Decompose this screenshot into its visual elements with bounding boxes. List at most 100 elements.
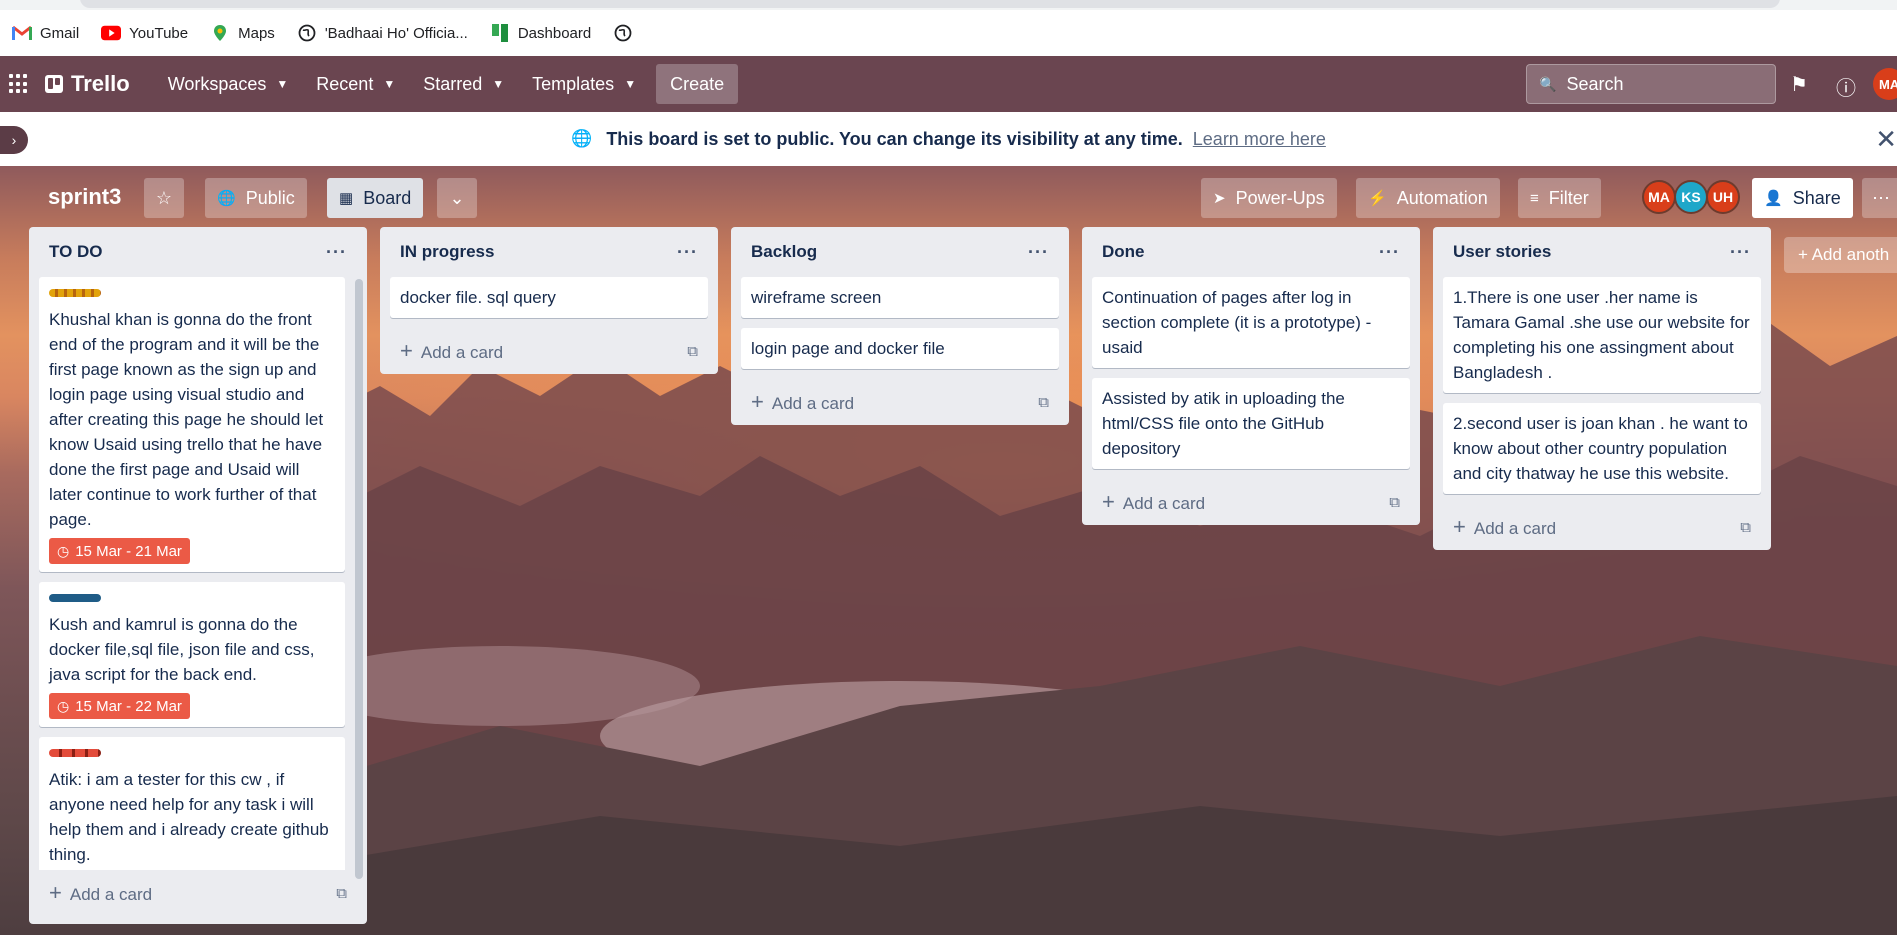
card[interactable]: docker file. sql query	[390, 277, 708, 318]
bookmark-globe[interactable]	[613, 23, 641, 43]
list-user-stories: User stories ··· 1.There is one user .he…	[1433, 227, 1771, 550]
list-title[interactable]: Backlog	[751, 242, 817, 262]
list-menu-icon[interactable]: ···	[677, 242, 698, 263]
trello-logo-text: Trello	[71, 71, 130, 96]
app-switcher-icon[interactable]	[9, 74, 29, 94]
globe-icon	[297, 23, 317, 43]
add-card-button[interactable]: + Add a card ⧉	[741, 379, 1059, 425]
card-title: Continuation of pages after log in secti…	[1102, 288, 1372, 357]
maps-icon	[210, 23, 230, 43]
card[interactable]: Kush and kamrul is gonna do the docker f…	[39, 582, 345, 727]
card-template-icon[interactable]: ⧉	[1389, 494, 1400, 511]
card[interactable]: 2.second user is joan khan . he want to …	[1443, 403, 1761, 494]
member-avatar[interactable]: KS	[1674, 180, 1708, 214]
nav-label: Starred	[423, 73, 483, 94]
visibility-label: Public	[245, 187, 295, 208]
lightning-icon: ⚡	[1368, 190, 1387, 207]
bookmark-label: Dashboard	[517, 24, 592, 42]
nav-templates[interactable]: Templates ▼	[518, 64, 650, 104]
add-card-button[interactable]: + Add a card ⧉	[1092, 479, 1410, 525]
list-todo: TO DO ··· Khushal khan is gonna do the f…	[29, 227, 367, 924]
member-avatar[interactable]: UH	[1706, 180, 1740, 214]
bookmark-maps[interactable]: Maps	[210, 23, 275, 43]
card-template-icon[interactable]: ⧉	[336, 885, 347, 902]
board-name[interactable]: sprint3	[48, 184, 121, 210]
card[interactable]: wireframe screen	[741, 277, 1059, 318]
add-card-label: Add a card	[420, 343, 504, 362]
power-ups-button[interactable]: ➤ Power-Ups	[1201, 178, 1337, 218]
nav-starred[interactable]: Starred ▼	[409, 64, 518, 104]
card-template-icon[interactable]: ⧉	[687, 343, 698, 360]
card[interactable]: Continuation of pages after log in secti…	[1092, 277, 1410, 368]
help-icon[interactable]: ⓘ	[1836, 72, 1856, 101]
list-title[interactable]: Done	[1102, 242, 1145, 262]
account-avatar[interactable]: MA	[1873, 68, 1897, 100]
sidebar-expand-chevron-icon[interactable]: ›	[0, 126, 28, 154]
card[interactable]: Khushal khan is gonna do the front end o…	[39, 277, 345, 572]
add-card-label: Add a card	[1473, 519, 1557, 538]
views-dropdown-button[interactable]: ⌄	[437, 178, 477, 218]
member-avatar[interactable]: MA	[1642, 180, 1676, 214]
card[interactable]: 1.There is one user .her name is Tamara …	[1443, 277, 1761, 393]
address-bar[interactable]	[80, 0, 1780, 8]
filter-icon: ≡	[1530, 189, 1539, 207]
plus-icon: +	[400, 338, 413, 363]
list-done: Done ··· Continuation of pages after log…	[1082, 227, 1420, 525]
add-card-button[interactable]: + Add a card ⧉	[1443, 504, 1761, 550]
globe-icon: 🌐	[571, 129, 593, 148]
plus-icon: +	[49, 880, 62, 905]
card[interactable]: login page and docker file	[741, 328, 1059, 369]
bookmark-youtube[interactable]: YouTube	[101, 23, 188, 43]
due-date-badge[interactable]: ◷ 15 Mar - 22 Mar	[49, 693, 190, 719]
bookmark-dashboard[interactable]: Dashboard	[490, 23, 591, 43]
nav-workspaces[interactable]: Workspaces ▼	[154, 64, 303, 104]
notifications-icon[interactable]: ⚑	[1790, 72, 1808, 97]
bookmark-gmail[interactable]: Gmail	[12, 23, 79, 43]
filter-label: Filter	[1548, 187, 1589, 208]
chevron-down-icon: ▼	[492, 77, 505, 91]
star-board-button[interactable]: ☆	[144, 178, 184, 218]
list-header: IN progress ···	[390, 227, 708, 277]
add-card-button[interactable]: + Add a card ⧉	[390, 328, 708, 374]
board-menu-button[interactable]: ⋯	[1862, 178, 1897, 218]
list-title[interactable]: TO DO	[49, 242, 103, 262]
share-button[interactable]: 👤 Share	[1752, 178, 1853, 218]
board-view-button[interactable]: ▦ Board	[327, 178, 424, 218]
card-template-icon[interactable]: ⧉	[1740, 519, 1751, 536]
bookmark-badhaai-ho[interactable]: 'Badhaai Ho' Officia...	[297, 23, 468, 43]
card-title: Khushal khan is gonna do the front end o…	[49, 310, 324, 529]
nav-recent[interactable]: Recent ▼	[302, 64, 409, 104]
create-button[interactable]: Create	[656, 64, 739, 104]
card[interactable]: Atik: i am a tester for this cw , if any…	[39, 737, 345, 870]
list-scrollbar[interactable]	[355, 279, 363, 879]
board-view-label: Board	[363, 187, 412, 208]
star-icon: ☆	[155, 187, 173, 208]
automation-label: Automation	[1396, 187, 1488, 208]
public-board-banner: 🌐 This board is set to public. You can c…	[0, 112, 1897, 166]
list-title[interactable]: User stories	[1453, 242, 1551, 262]
automation-button[interactable]: ⚡ Automation	[1356, 178, 1500, 218]
list-menu-icon[interactable]: ···	[326, 242, 347, 263]
close-icon[interactable]: ✕	[1875, 124, 1897, 155]
add-list-button[interactable]: + Add anoth	[1784, 237, 1897, 273]
card-title: docker file. sql query	[400, 288, 556, 307]
nav-label: Workspaces	[167, 73, 267, 94]
bookmark-label: 'Badhaai Ho' Officia...	[324, 24, 468, 42]
visibility-button[interactable]: 🌐 Public	[205, 178, 307, 218]
list-menu-icon[interactable]: ···	[1730, 242, 1751, 263]
filter-button[interactable]: ≡ Filter	[1518, 178, 1601, 218]
list-menu-icon[interactable]: ···	[1379, 242, 1400, 263]
learn-more-link[interactable]: Learn more here	[1193, 129, 1326, 150]
add-card-button[interactable]: + Add a card ⧉	[39, 870, 357, 916]
card[interactable]: Assisted by atik in uploading the html/C…	[1092, 378, 1410, 469]
list-menu-icon[interactable]: ···	[1028, 242, 1049, 263]
more-icon: ⋯	[1872, 187, 1890, 208]
list-title[interactable]: IN progress	[400, 242, 494, 262]
trello-icon	[490, 23, 510, 43]
plus-icon: +	[1102, 489, 1115, 514]
card-template-icon[interactable]: ⧉	[1038, 394, 1049, 411]
due-date-badge[interactable]: ◷ 15 Mar - 21 Mar	[49, 538, 190, 564]
search-input[interactable]: 🔍 Search	[1526, 64, 1776, 104]
youtube-icon	[101, 23, 122, 43]
trello-logo[interactable]: Trello	[45, 71, 130, 97]
